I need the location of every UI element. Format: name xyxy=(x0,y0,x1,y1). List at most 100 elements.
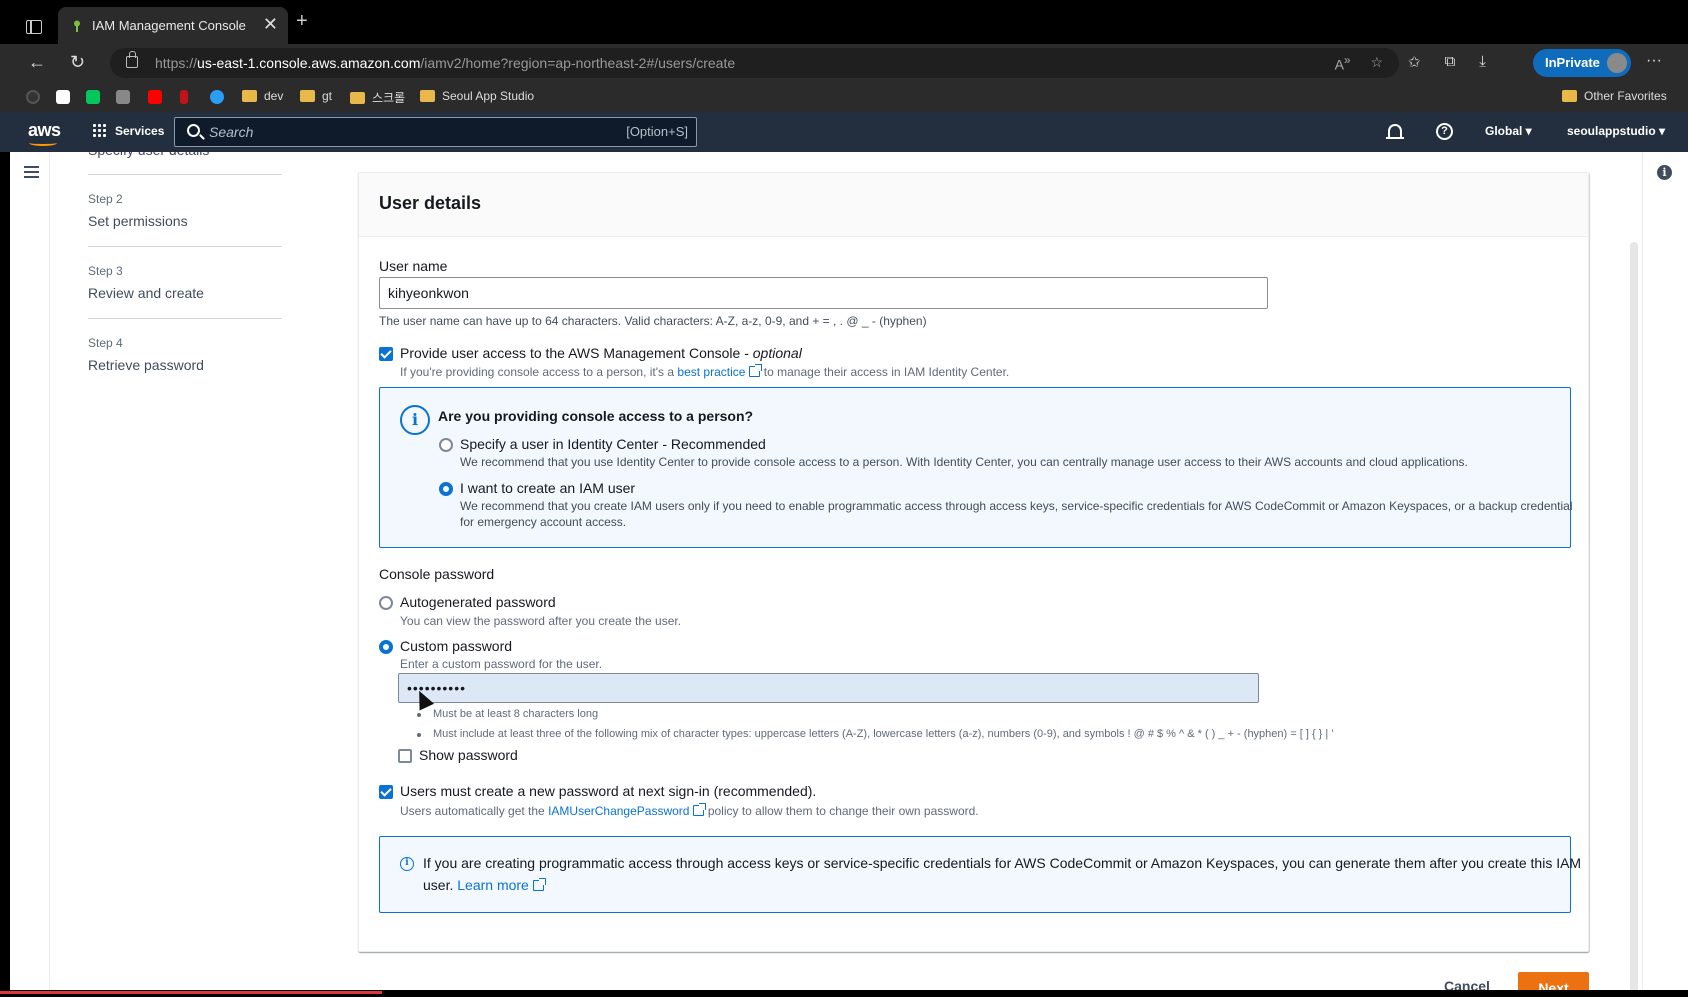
bullet xyxy=(417,733,421,737)
page-scrollbar[interactable] xyxy=(1630,242,1638,997)
folder-icon xyxy=(420,90,435,102)
bookmark-other-favorites[interactable]: Other Favorites xyxy=(1562,89,1667,103)
iam-user-change-password-link[interactable]: IAMUserChangePassword xyxy=(548,803,707,818)
bookmark-m-icon[interactable] xyxy=(210,90,224,104)
panel-header: User details xyxy=(359,173,1588,237)
refresh-icon[interactable]: ↻ xyxy=(70,52,85,72)
download-icon[interactable]: ⤓ xyxy=(1479,53,1486,71)
favorites-icon[interactable]: ✩ xyxy=(1408,53,1421,71)
step-3-number: Step 3 xyxy=(88,264,123,278)
username-label: User name xyxy=(379,258,448,274)
identity-center-desc: We recommend that you use Identity Cente… xyxy=(460,455,1468,469)
back-icon[interactable]: ← xyxy=(28,52,46,72)
naver-bookmark-icon[interactable] xyxy=(86,90,100,104)
read-aloud-icon[interactable]: A» xyxy=(1335,54,1351,73)
close-tab-icon[interactable]: ✕ xyxy=(263,14,278,35)
notifications-bell-icon[interactable] xyxy=(1386,124,1404,139)
url-field[interactable]: https://us-east-1.console.aws.amazon.com… xyxy=(110,48,1399,78)
info-panel-icon[interactable]: i xyxy=(1657,165,1672,180)
step-divider xyxy=(88,246,282,247)
notion-bookmark-icon[interactable] xyxy=(56,90,70,104)
inprivate-label: InPrivate xyxy=(1545,55,1600,70)
console-access-label[interactable]: Provide user access to the AWS Managemen… xyxy=(400,345,802,361)
folder-icon xyxy=(350,92,365,104)
step-2-label[interactable]: Set permissions xyxy=(88,213,188,229)
person-access-info-box: i Are you providing console access to a … xyxy=(379,387,1573,548)
info-icon: i xyxy=(400,857,414,871)
iam-user-desc-line1: We recommend that you create IAM users o… xyxy=(460,499,1573,513)
account-menu[interactable]: seoulappstudio ▾ xyxy=(1567,124,1665,138)
panel-title: User details xyxy=(379,193,482,213)
navigation-rail xyxy=(10,152,50,997)
user-details-panel: User details User name The user name can… xyxy=(358,172,1589,952)
programmatic-info-line2: user. Learn more xyxy=(423,877,546,893)
show-password-label[interactable]: Show password xyxy=(419,747,518,763)
app-bookmark-icon[interactable] xyxy=(116,90,130,104)
iam-user-desc-line2: for emergency account access. xyxy=(460,515,627,529)
show-password-checkbox[interactable] xyxy=(398,749,412,763)
custom-password-radio[interactable] xyxy=(379,640,393,654)
profile-avatar xyxy=(1607,53,1627,73)
console-access-checkbox[interactable] xyxy=(379,347,393,361)
learn-more-link[interactable]: Learn more xyxy=(457,877,546,893)
best-practice-link[interactable]: best practice xyxy=(677,364,763,379)
github-bookmark-icon[interactable] xyxy=(26,90,40,104)
tab-bar: IAM Management Console ✕ + xyxy=(0,0,1688,44)
youtube-bookmark-icon[interactable] xyxy=(148,90,162,104)
browser-window: IAM Management Console ✕ + ← ↻ https://u… xyxy=(0,0,1688,997)
external-link-icon xyxy=(693,803,707,816)
services-menu[interactable]: Services xyxy=(92,123,164,138)
folder-icon xyxy=(1562,90,1577,102)
custom-password-label[interactable]: Custom password xyxy=(400,638,512,654)
step-divider xyxy=(88,174,282,175)
identity-center-label[interactable]: Specify a user in Identity Center - Reco… xyxy=(460,436,766,452)
tab-title: IAM Management Console xyxy=(92,18,246,33)
external-link-icon xyxy=(749,364,763,377)
search-input[interactable] xyxy=(209,122,589,142)
new-tab-icon[interactable]: + xyxy=(296,10,308,33)
help-icon[interactable]: ? xyxy=(1436,123,1453,140)
aws-search-box: [Option+S] xyxy=(174,117,697,147)
iam-user-radio[interactable] xyxy=(439,482,453,496)
bookmark-folder-dev[interactable]: dev xyxy=(242,89,283,103)
custom-password-input[interactable] xyxy=(398,673,1259,703)
step-4-label[interactable]: Retrieve password xyxy=(88,357,204,373)
step-4-number: Step 4 xyxy=(88,336,123,350)
browser-tab[interactable]: IAM Management Console ✕ xyxy=(58,7,288,44)
folder-icon xyxy=(300,90,315,102)
inprivate-button[interactable]: InPrivate xyxy=(1533,49,1631,77)
aws-top-navigation: aws Services [Option+S] ? Global ▾ seoul… xyxy=(0,112,1688,152)
username-input[interactable] xyxy=(379,277,1268,309)
bookmarks-bar: dev gt 스크롤 Seoul App Studio Other Favori… xyxy=(0,82,1688,112)
reset-password-label[interactable]: Users must create a new password at next… xyxy=(400,783,816,799)
aws-logo[interactable]: aws xyxy=(28,120,61,146)
iam-user-label[interactable]: I want to create an IAM user xyxy=(460,480,635,496)
autogenerated-password-radio[interactable] xyxy=(379,596,393,610)
search-shortcut-hint: [Option+S] xyxy=(626,124,688,139)
tools-rail: i xyxy=(1642,152,1688,997)
autogenerated-password-label[interactable]: Autogenerated password xyxy=(400,594,556,610)
loading-progress-bar xyxy=(0,991,382,994)
search-icon xyxy=(187,124,200,137)
bookmark-folder-seoul-app-studio[interactable]: Seoul App Studio xyxy=(420,89,534,103)
collections-icon[interactable]: ⧉ xyxy=(1445,53,1456,71)
menu-hamburger-icon[interactable] xyxy=(24,166,39,178)
url-text: https://us-east-1.console.aws.amazon.com… xyxy=(155,55,736,71)
aws-smile-icon xyxy=(29,140,57,146)
region-menu[interactable]: Global ▾ xyxy=(1485,124,1532,138)
reset-password-checkbox[interactable] xyxy=(379,785,393,799)
programmatic-access-info-box: i If you are creating programmatic acces… xyxy=(379,836,1581,913)
folder-icon xyxy=(242,90,257,102)
bookmark-folder-gt[interactable]: gt xyxy=(300,89,332,103)
step-3-label[interactable]: Review and create xyxy=(88,285,204,301)
left-frame-edge xyxy=(0,152,10,997)
step-2-number: Step 2 xyxy=(88,192,123,206)
identity-center-radio[interactable] xyxy=(439,438,453,452)
add-favorite-icon[interactable]: ☆ xyxy=(1370,54,1383,73)
bullet xyxy=(417,713,421,717)
bookmark-folder-scroll[interactable]: 스크롤 xyxy=(350,89,405,106)
tab-actions-icon[interactable] xyxy=(26,20,42,34)
lock-icon xyxy=(126,51,138,68)
bookmark-v-icon[interactable] xyxy=(180,90,188,104)
more-menu-icon[interactable]: ··· xyxy=(1646,52,1662,70)
